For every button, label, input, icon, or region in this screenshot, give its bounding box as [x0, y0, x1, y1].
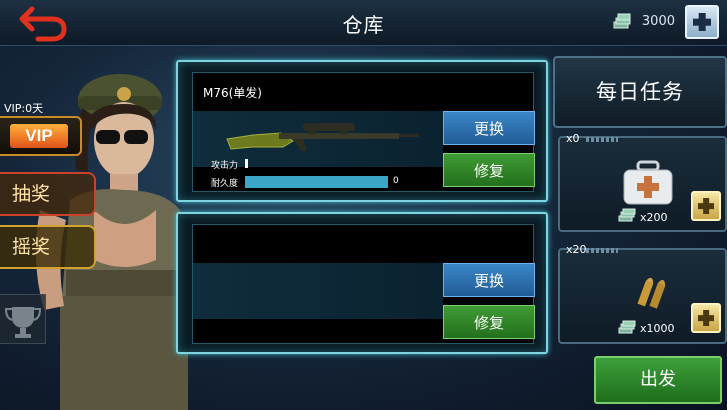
- attack-bar: [245, 159, 248, 168]
- vip-days-label: VIP:0天: [4, 102, 44, 115]
- durability-stat-label: 耐久度: [211, 179, 239, 189]
- weapon-slot-1: M76(单发) 更换 修复 攻击力 耐久度 0: [176, 60, 548, 202]
- durability-value: 0: [393, 176, 399, 186]
- weapon-slot-2: 更换 修复: [176, 212, 548, 354]
- buy-medkit-button[interactable]: [691, 191, 721, 221]
- trophy-button[interactable]: [0, 294, 46, 344]
- weapon-slot-1-inner: M76(单发) 更换 修复 攻击力 耐久度 0: [192, 72, 535, 192]
- weapon-image-area: [193, 263, 443, 319]
- vip-badge: VIP: [10, 124, 68, 148]
- medkit-icon: [623, 160, 673, 205]
- slot-divider: [586, 137, 618, 142]
- top-bar: 仓库 3000: [0, 0, 727, 46]
- currency-amount: 3000: [641, 14, 675, 29]
- ammo-icon: [637, 277, 666, 309]
- cash-stack-icon: [613, 13, 631, 29]
- ammo-price: x1000: [640, 322, 675, 335]
- repair-weapon-button[interactable]: 修复: [443, 153, 535, 187]
- ammo-count: x20: [566, 243, 587, 256]
- slot-divider: [586, 248, 618, 253]
- replace-weapon-button[interactable]: 更换: [443, 263, 535, 297]
- depart-button[interactable]: 出发: [594, 356, 722, 404]
- durability-bar: [245, 176, 388, 188]
- repair-weapon-button[interactable]: 修复: [443, 305, 535, 339]
- add-currency-button[interactable]: [685, 5, 719, 39]
- replace-weapon-button[interactable]: 更换: [443, 111, 535, 145]
- shake-lottery-button[interactable]: 摇奖: [0, 225, 96, 269]
- buy-ammo-button[interactable]: [691, 303, 721, 333]
- cash-stack-icon: [618, 320, 636, 334]
- trophy-icon: [4, 307, 42, 338]
- sniper-rifle-icon: [226, 123, 419, 151]
- medkit-count: x0: [566, 132, 580, 145]
- daily-task-button[interactable]: 每日任务: [553, 56, 727, 128]
- medkit-price: x200: [640, 211, 668, 224]
- weapon-name: M76(单发): [203, 86, 262, 100]
- lottery-button[interactable]: 抽奖: [0, 172, 96, 216]
- vip-button[interactable]: VIP: [0, 116, 82, 156]
- attack-stat-label: 攻击力: [211, 161, 239, 171]
- cash-stack-icon: [618, 208, 636, 222]
- weapon-slot-2-inner: 更换 修复: [192, 224, 535, 344]
